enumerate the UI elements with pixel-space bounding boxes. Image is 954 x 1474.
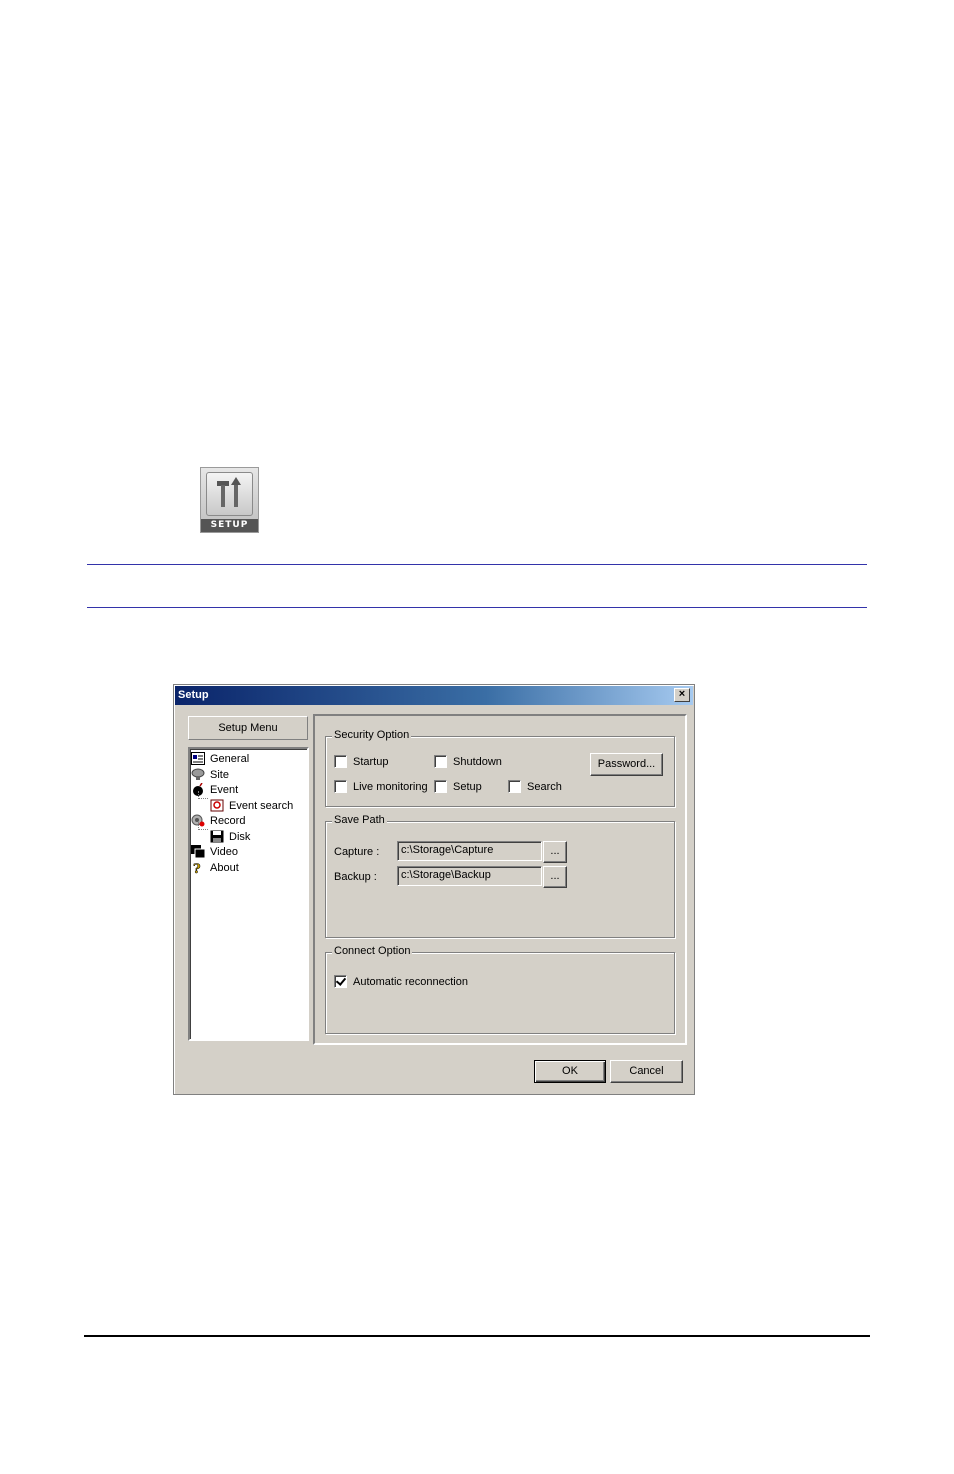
capture-path-field[interactable]: c:\Storage\Capture — [397, 841, 542, 861]
settings-panel: Security Option Startup Shutdown Live mo… — [313, 714, 687, 1045]
group-title: Security Option — [332, 729, 412, 741]
tree-item-site[interactable]: Site — [191, 767, 229, 782]
search-checkbox[interactable] — [508, 780, 521, 793]
password-button[interactable]: Password... — [590, 753, 663, 776]
tree-item-video[interactable]: Video — [191, 844, 238, 859]
setup-toolbar-button[interactable]: SETUP — [200, 467, 259, 533]
ok-button[interactable]: OK — [534, 1060, 606, 1083]
general-icon — [191, 752, 205, 765]
tree-item-label: Event search — [229, 799, 294, 812]
shutdown-checkbox[interactable] — [434, 755, 447, 768]
tree-item-label: Event — [210, 783, 239, 796]
shutdown-checkbox-row[interactable]: Shutdown — [434, 755, 502, 768]
connect-option-group: Connect Option Automatic reconnection — [325, 945, 675, 1034]
security-option-group: Security Option Startup Shutdown Live mo… — [325, 729, 675, 807]
dialog-titlebar[interactable]: Setup × — [175, 686, 693, 705]
startup-checkbox[interactable] — [334, 755, 347, 768]
footer-rule — [84, 1335, 870, 1337]
checkbox-label: Setup — [453, 780, 482, 793]
checkbox-label: Startup — [353, 755, 389, 768]
tools-icon — [206, 472, 253, 516]
group-title: Save Path — [332, 814, 387, 826]
setup-dialog: Setup × Setup Menu General Site Event Ev… — [173, 684, 695, 1095]
event-search-icon — [210, 799, 224, 812]
tree-item-general[interactable]: General — [191, 751, 249, 766]
tree-item-label: General — [210, 752, 250, 765]
cancel-button[interactable]: Cancel — [610, 1060, 683, 1083]
setup-checkbox[interactable] — [434, 780, 447, 793]
setup-menu-button[interactable]: Setup Menu — [188, 716, 308, 740]
capture-browse-button[interactable]: ... — [543, 841, 567, 863]
backup-label: Backup : — [334, 871, 377, 883]
auto-reconnect-checkbox[interactable] — [334, 975, 347, 988]
tree-connector — [198, 791, 208, 799]
divider-line — [87, 564, 867, 565]
tree-item-label: Disk — [229, 830, 251, 843]
checkbox-label: Shutdown — [453, 755, 502, 768]
tree-item-about[interactable]: ? About — [191, 860, 239, 878]
tree-connector — [198, 822, 208, 830]
tree-item-label: Video — [210, 845, 238, 858]
save-path-group: Save Path Capture : c:\Storage\Capture .… — [325, 814, 675, 938]
tree-item-event-search[interactable]: Event search — [210, 798, 293, 813]
tree-item-label: Record — [210, 814, 246, 827]
checkbox-label: Automatic reconnection — [353, 975, 468, 988]
close-icon: × — [678, 688, 686, 700]
tree-item-disk[interactable]: Disk — [210, 829, 250, 844]
checkbox-label: Search — [527, 780, 562, 793]
auto-reconnect-checkbox-row[interactable]: Automatic reconnection — [334, 975, 468, 988]
backup-browse-button[interactable]: ... — [543, 866, 567, 888]
site-icon — [191, 768, 205, 781]
setup-menu-tree: General Site Event Event search Record D… — [188, 747, 309, 1041]
backup-path-field[interactable]: c:\Storage\Backup — [397, 866, 542, 886]
capture-label: Capture : — [334, 846, 380, 858]
tree-item-label: About — [210, 861, 239, 874]
about-icon: ? — [191, 861, 205, 878]
live-monitoring-checkbox[interactable] — [334, 780, 347, 793]
search-checkbox-row[interactable]: Search — [508, 780, 562, 793]
startup-checkbox-row[interactable]: Startup — [334, 755, 388, 768]
svg-text:?: ? — [193, 862, 201, 874]
disk-icon — [210, 830, 224, 843]
live-monitoring-checkbox-row[interactable]: Live monitoring — [334, 780, 428, 793]
setup-checkbox-row[interactable]: Setup — [434, 780, 482, 793]
dialog-title: Setup — [178, 689, 209, 701]
group-title: Connect Option — [332, 945, 413, 957]
checkbox-label: Live monitoring — [353, 780, 428, 793]
close-button[interactable]: × — [674, 688, 690, 702]
video-icon — [191, 845, 206, 859]
tree-item-label: Site — [210, 768, 229, 781]
divider-line — [87, 607, 867, 608]
setup-button-caption: SETUP — [201, 519, 258, 532]
